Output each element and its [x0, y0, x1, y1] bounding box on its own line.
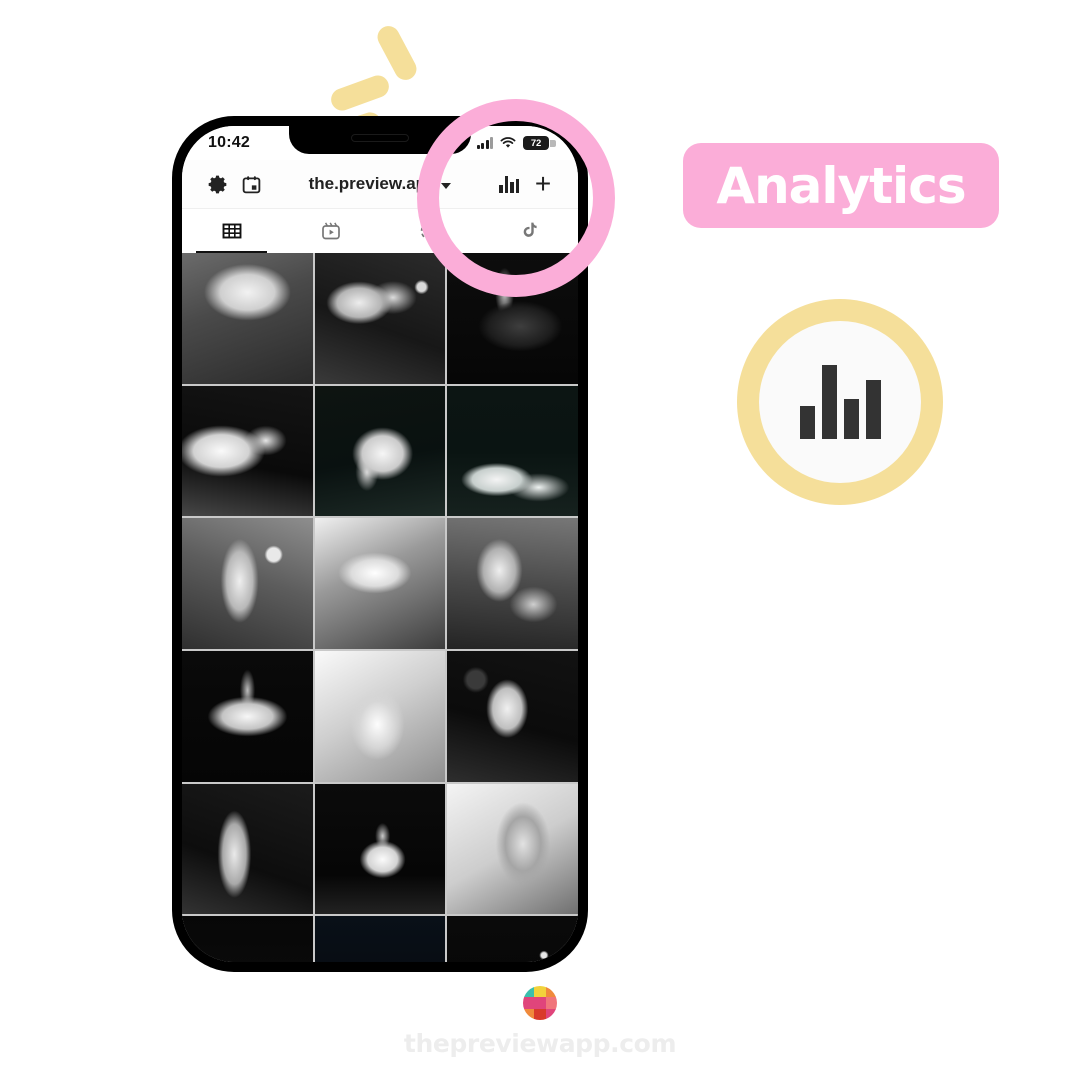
photo-thumbnail: [314, 253, 446, 384]
grid-item[interactable]: [314, 783, 446, 915]
bar-chart-icon: [499, 175, 519, 193]
phone-screen: 10:42 72 the.preview.app +: [182, 126, 578, 962]
logo-tile: [534, 997, 546, 1009]
logo-tile: [545, 1008, 557, 1020]
wifi-icon: [500, 137, 516, 148]
reels-icon: [321, 222, 340, 240]
account-name: the.preview.app: [308, 174, 437, 193]
app-toolbar: the.preview.app +: [182, 160, 578, 208]
photo-thumbnail: [182, 651, 313, 782]
battery-cap: [550, 139, 556, 147]
grid-item[interactable]: [182, 783, 313, 915]
cellular-signal-icon: [476, 137, 493, 149]
logo-tile: [545, 986, 557, 998]
phone-notch: [289, 126, 471, 154]
notch-camera: [448, 134, 457, 143]
tab-grid[interactable]: [182, 209, 281, 253]
logo-tile: [523, 997, 535, 1009]
grid-item[interactable]: [182, 651, 313, 782]
photo-thumbnail: [182, 916, 313, 962]
confetti-dash-1: [328, 72, 392, 114]
analytics-button[interactable]: [492, 167, 526, 201]
grid-icon: [222, 223, 241, 239]
grid-item[interactable]: [447, 916, 578, 962]
tab-reels[interactable]: [281, 209, 380, 253]
calendar-button[interactable]: [234, 167, 268, 201]
website-url: thepreviewapp.com: [403, 1029, 677, 1058]
photo-thumbnail: [447, 385, 578, 517]
photo-thumbnail: [314, 916, 446, 962]
logo-tile: [534, 986, 546, 998]
content-tabs: [182, 208, 578, 253]
battery-level: 72: [523, 136, 549, 150]
analytics-badge-label: Analytics: [716, 156, 966, 215]
calendar-icon: [242, 175, 260, 193]
photo-thumbnail: [182, 253, 313, 384]
photo-thumbnail: [314, 783, 446, 915]
analytics-icon-circle-inner: [759, 321, 921, 483]
analytics-badge: Analytics: [683, 143, 999, 228]
plus-icon: +: [534, 168, 552, 199]
grid-item[interactable]: [182, 253, 313, 384]
grid-item[interactable]: [447, 253, 578, 384]
grid-item[interactable]: [314, 651, 446, 782]
grid-item[interactable]: [314, 916, 446, 962]
photo-thumbnail: [447, 783, 578, 915]
notch-speaker: [351, 134, 409, 142]
photo-thumbnail: [314, 518, 446, 650]
phone-mockup: 10:42 72 the.preview.app +: [172, 116, 588, 972]
grid-item[interactable]: [182, 518, 313, 650]
gear-icon: [208, 175, 226, 193]
chevron-down-icon: [441, 182, 452, 189]
confetti-dash-2: [373, 22, 421, 84]
analytics-icon-circle: [737, 299, 943, 505]
photo-thumbnail: [314, 651, 446, 782]
photo-thumbnail: [182, 385, 313, 517]
photo-thumbnail: [447, 253, 578, 384]
grid-item[interactable]: [182, 385, 313, 517]
tab-tiktok[interactable]: [479, 209, 578, 253]
account-switcher[interactable]: the.preview.app: [268, 174, 492, 194]
logo-tile: [523, 986, 535, 998]
settings-button[interactable]: [200, 167, 234, 201]
photo-thumbnail: [447, 518, 578, 650]
photo-thumbnail: [182, 783, 313, 915]
bar-chart-icon: [799, 365, 881, 439]
photo-thumbnail: [314, 385, 446, 517]
preview-app-logo: [523, 986, 557, 1020]
tab-stories[interactable]: [380, 209, 479, 253]
grid-item[interactable]: [447, 385, 578, 517]
circle-dashed-icon: [420, 221, 439, 241]
grid-item[interactable]: [447, 783, 578, 915]
battery-icon: 72: [523, 136, 556, 150]
tiktok-icon: [523, 222, 537, 237]
grid-item[interactable]: [314, 253, 446, 384]
grid-item[interactable]: [182, 916, 313, 962]
photo-thumbnail: [447, 916, 578, 962]
logo-tile: [534, 1008, 546, 1020]
status-time: 10:42: [208, 134, 250, 151]
add-button[interactable]: +: [526, 167, 560, 201]
grid-item[interactable]: [447, 518, 578, 650]
status-indicators: 72: [476, 136, 556, 150]
grid-item[interactable]: [314, 385, 446, 517]
logo-tile: [523, 1008, 535, 1020]
photo-grid: [182, 253, 578, 962]
grid-item[interactable]: [314, 518, 446, 650]
photo-thumbnail: [182, 518, 313, 650]
logo-tile: [545, 997, 557, 1009]
footer-watermark: thepreviewapp.com: [0, 986, 1080, 1058]
grid-item[interactable]: [447, 651, 578, 782]
photo-thumbnail: [447, 651, 578, 782]
